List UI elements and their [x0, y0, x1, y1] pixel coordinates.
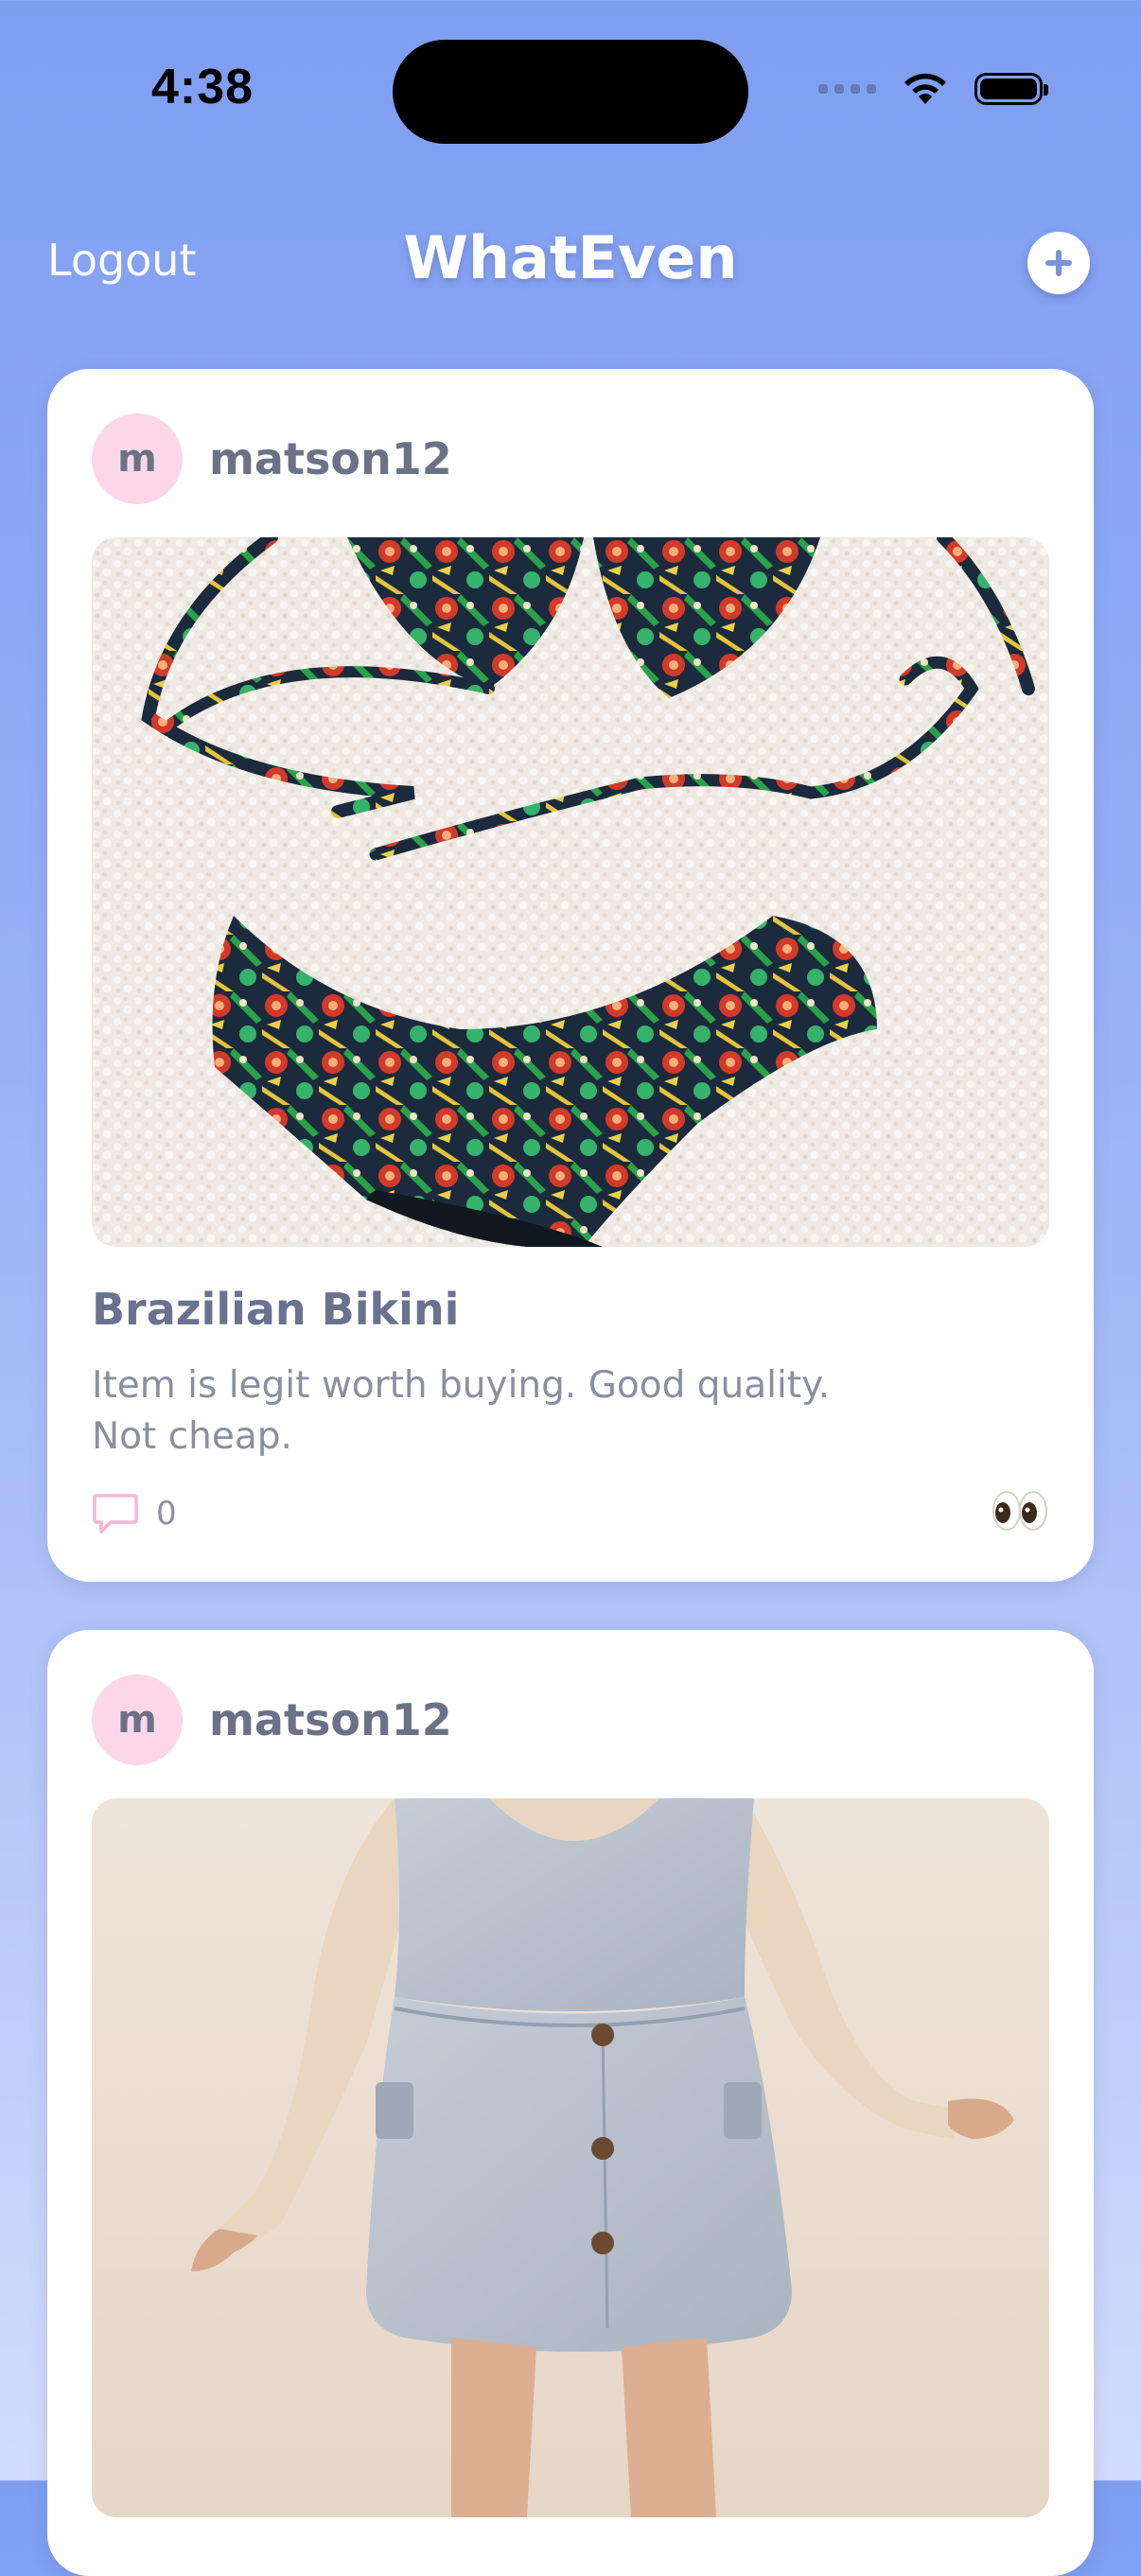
status-bar: 4:38 — [0, 0, 1141, 180]
post-card[interactable]: m matson12 — [47, 1630, 1094, 2576]
post-description-line: Not cheap. — [92, 1415, 292, 1458]
status-time: 4:38 — [151, 60, 255, 114]
post-header: m matson12 — [92, 413, 452, 504]
battery-icon — [974, 73, 1048, 105]
status-indicators — [818, 70, 1048, 108]
cellular-signal-icon — [818, 84, 876, 94]
app-title: WhatEven — [403, 223, 738, 292]
comment-icon — [93, 1494, 138, 1533]
nav-bar: Logout WhatEven — [0, 218, 1141, 312]
post-image[interactable] — [92, 1798, 1049, 2517]
eyes-icon[interactable] — [991, 1489, 1049, 1539]
post-image[interactable] — [92, 537, 1049, 1247]
plus-icon — [1045, 250, 1072, 276]
username[interactable]: matson12 — [209, 433, 452, 484]
comment-count: 0 — [156, 1495, 177, 1533]
username[interactable]: matson12 — [209, 1694, 452, 1745]
comments-button[interactable]: 0 — [92, 1492, 177, 1535]
dynamic-island — [393, 40, 748, 144]
add-post-button[interactable] — [1027, 232, 1090, 294]
post-card[interactable]: m matson12 — [47, 369, 1094, 1582]
avatar[interactable]: m — [92, 1674, 183, 1765]
post-header: m matson12 — [92, 1674, 452, 1765]
avatar[interactable]: m — [92, 413, 183, 504]
wifi-icon — [904, 73, 946, 104]
post-footer: 0 — [92, 1485, 1049, 1542]
post-description: Item is legit worth buying. Good quality… — [92, 1360, 943, 1463]
post-description-line: Item is legit worth buying. Good quality… — [92, 1364, 831, 1407]
post-title: Brazilian Bikini — [92, 1284, 460, 1335]
